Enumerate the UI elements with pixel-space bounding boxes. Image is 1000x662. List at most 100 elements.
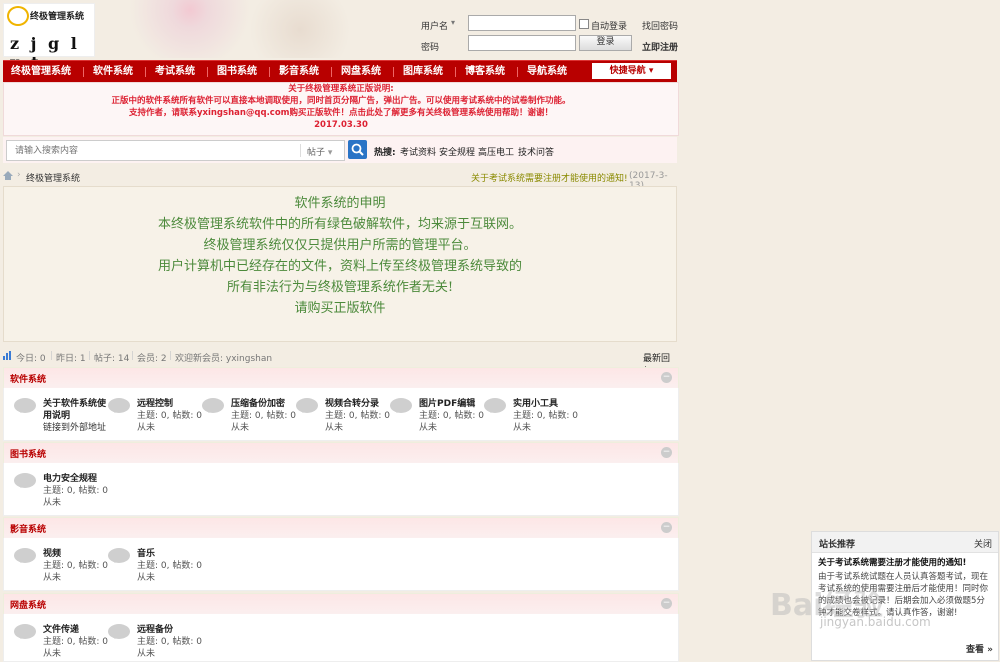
watermark-url: jingyan.baidu.com (820, 615, 931, 629)
section-header-software[interactable]: 软件系统 − (3, 367, 679, 389)
hot-term[interactable]: 技术问答 (518, 145, 554, 158)
chevron-down-icon[interactable]: ▾ (451, 18, 455, 27)
register-link[interactable]: 立即注册 (642, 40, 678, 53)
nav-item-navigation[interactable]: 导航系统 (527, 61, 567, 83)
stat-divider: | (169, 351, 173, 361)
search-type-label: 帖子 (307, 148, 326, 158)
forum-bubble-icon (108, 398, 130, 413)
forum-extra: 链接到外部地址 (43, 423, 107, 433)
search-input[interactable] (7, 141, 297, 160)
forum-item[interactable]: 远程控制 主题: 0, 帖数: 0 从未 (102, 396, 202, 436)
nav-item-media[interactable]: 影音系统 (279, 61, 319, 83)
statement-line: 所有非法行为与终极管理系统作者无关! (226, 280, 454, 295)
forum-bubble-icon (202, 398, 224, 413)
username-input[interactable] (468, 15, 576, 31)
search-type-select[interactable]: 帖子 ▾ (307, 145, 332, 158)
stat-welcome: 欢迎新会员: yxingshan (175, 354, 273, 364)
forum-item[interactable]: 文件传递 主题: 0, 帖数: 0 从未 (8, 622, 108, 662)
quick-nav-label: 快捷导航 (609, 66, 646, 76)
section-header-media[interactable]: 影音系统 − (3, 517, 679, 539)
hot-term[interactable]: 考试资料 (400, 145, 436, 158)
section-title: 网盘系统 (10, 601, 47, 611)
search-button[interactable] (348, 140, 367, 159)
stat-divider: | (131, 351, 135, 361)
username-label: 用户名 (421, 22, 449, 32)
site-logo[interactable]: 终极管理系统 z j g l x t (3, 3, 95, 72)
forum-item[interactable]: 音乐 主题: 0, 帖数: 0 从未 (102, 546, 202, 586)
collapse-icon[interactable]: − (661, 447, 672, 458)
statement-line: 本终极管理系统软件中的所有绿色破解软件，均来源于互联网。 (157, 217, 522, 232)
nav-item-home[interactable]: 终极管理系统 (11, 61, 71, 83)
hot-term[interactable]: 高压电工 (478, 145, 514, 158)
stat-posts: 帖子: 14 (94, 354, 130, 364)
forum-item[interactable]: 视频 主题: 0, 帖数: 0 从未 (8, 546, 108, 586)
breadcrumb-notice-link[interactable]: 关于考试系统需要注册才能使用的通知! (471, 171, 628, 184)
header: 终极管理系统 z j g l x t 用户名 ▾ 自动登录 找回密码 密码 登录… (0, 0, 1000, 72)
section-body-software: 关于软件系统使 用说明 链接到外部地址 远程控制 主题: 0, 帖数: 0 从未… (3, 388, 679, 441)
nav-item-gallery[interactable]: 图库系统 (403, 61, 443, 83)
breadcrumb-site[interactable]: 终极管理系统 (26, 171, 80, 184)
collapse-icon[interactable]: − (661, 522, 672, 533)
collapse-icon[interactable]: − (661, 372, 672, 383)
breadcrumb: › 终极管理系统 关于考试系统需要注册才能使用的通知! (2017-3-13) (3, 168, 677, 191)
notice-banner: 关于终极管理系统正版说明: 正版中的软件系统所有软件可以直接本地调取使用，同时首… (3, 82, 679, 136)
popup-headline[interactable]: 关于考试系统需要注册才能使用的通知! (818, 557, 992, 569)
forum-bubble-icon (14, 398, 36, 413)
nav-item-software[interactable]: 软件系统 (93, 61, 133, 83)
section-title: 影音系统 (10, 525, 47, 535)
popup-close-button[interactable]: 关闭 (974, 537, 992, 550)
nav-divider (331, 67, 332, 77)
nav-divider (145, 67, 146, 77)
stat-divider: | (88, 351, 92, 361)
notice-line-3[interactable]: 支持作者，请联系yxingshan@qq.com购买正版软件！点击此处了解更多有… (4, 107, 678, 119)
forum-bubble-icon (390, 398, 412, 413)
forum-last-post: 从未 (137, 423, 156, 433)
nav-divider (269, 67, 270, 77)
password-label: 密码 (421, 43, 440, 53)
notice-line-2: 正版中的软件系统所有软件可以直接本地调取使用，同时首页分隔广告，弹出广告。可以使… (111, 96, 571, 106)
section-header-netdisk[interactable]: 网盘系统 − (3, 593, 679, 615)
section-header-books[interactable]: 图书系统 − (3, 442, 679, 464)
forum-item[interactable]: 实用小工具 主题: 0, 帖数: 0 从未 (478, 396, 578, 436)
hot-search-label: 热搜: (374, 148, 396, 158)
nav-item-netdisk[interactable]: 网盘系统 (341, 61, 381, 83)
section-title: 图书系统 (10, 450, 47, 460)
forum-bubble-icon (14, 548, 36, 563)
chevron-down-icon: ▾ (648, 66, 654, 76)
auto-login-checkbox[interactable] (579, 19, 589, 29)
forum-item[interactable]: 视频合转分录 主题: 0, 帖数: 0 从未 (290, 396, 390, 436)
nav-item-blog[interactable]: 博客系统 (465, 61, 505, 83)
login-button[interactable]: 登录 (579, 35, 632, 51)
logo-title: 终极管理系统 (30, 12, 85, 22)
forum-last-post: 从未 (513, 423, 532, 433)
hot-term[interactable]: 安全规程 (439, 145, 475, 158)
password-input[interactable] (468, 35, 576, 51)
popup-more-link[interactable]: 查看 » (966, 642, 993, 655)
nav-divider (83, 67, 84, 77)
forum-item[interactable]: 远程备份 主题: 0, 帖数: 0 从未 (102, 622, 202, 662)
recover-password-link[interactable]: 找回密码 (642, 19, 678, 32)
quick-nav-button[interactable]: 快捷导航 ▾ (592, 63, 671, 79)
search-icon (351, 143, 364, 156)
nav-item-exam[interactable]: 考试系统 (155, 61, 195, 83)
chevron-down-icon: ▾ (327, 148, 333, 158)
forum-item[interactable]: 电力安全规程 主题: 0, 帖数: 0 从未 (8, 471, 108, 511)
logo-bubble-icon (7, 6, 29, 26)
forum-bubble-icon (484, 398, 506, 413)
forum-item[interactable]: 关于软件系统使 用说明 链接到外部地址 (8, 396, 108, 436)
statement-line: 用户计算机中已经存在的文件，资料上传至终极管理系统导致的 (157, 259, 522, 274)
search-box: 帖子 ▾ (6, 140, 345, 161)
popup-header: 站长推荐 关闭 (812, 532, 998, 553)
nav-divider (393, 67, 394, 77)
forum-stats: 今日: 0 | 昨日: 1 | 帖子: 14 | 会员: 2 | 欢迎新会员: … (3, 349, 677, 377)
nav-item-books[interactable]: 图书系统 (217, 61, 257, 83)
stats-chart-icon (3, 351, 11, 360)
forum-item[interactable]: 压缩备份加密 主题: 0, 帖数: 0 从未 (196, 396, 296, 436)
forum-last-post: 从未 (43, 573, 62, 583)
collapse-icon[interactable]: − (661, 598, 672, 609)
home-icon[interactable] (3, 171, 13, 180)
forum-last-post: 从未 (137, 649, 156, 659)
forum-last-post: 从未 (43, 649, 62, 659)
forum-bubble-icon (108, 548, 130, 563)
forum-item[interactable]: 图片PDF编辑 主题: 0, 帖数: 0 从未 (384, 396, 484, 436)
